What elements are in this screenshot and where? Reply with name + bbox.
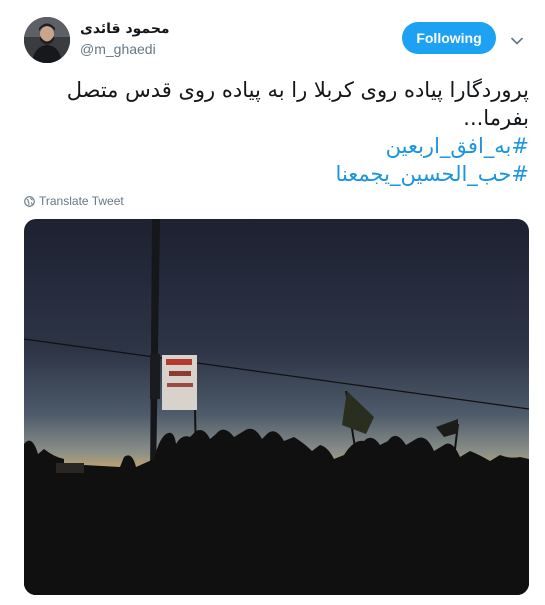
tweet-photo[interactable] — [24, 219, 529, 595]
globe-icon — [24, 195, 35, 207]
author-block: محمود قائدی @m_ghaedi — [80, 20, 170, 58]
hashtag-link[interactable]: #حب_الحسین_یجمعنا — [24, 160, 529, 188]
user-handle[interactable]: @m_ghaedi — [80, 40, 170, 58]
tweet-text-line: پروردگارا پیاده روی کربلا را به پیاده رو… — [66, 78, 529, 102]
tweet-text-line: بفرما... — [463, 106, 529, 130]
chevron-down-icon — [511, 37, 523, 45]
translate-tweet-link[interactable]: Translate Tweet — [24, 194, 124, 208]
user-avatar-icon — [24, 17, 70, 63]
hashtag-link[interactable]: #به_افق_اربعین — [24, 132, 529, 160]
tweet-card: محمود قائدی @m_ghaedi Following پروردگار… — [0, 0, 545, 605]
following-button[interactable]: Following — [402, 22, 496, 54]
display-name[interactable]: محمود قائدی — [80, 20, 170, 38]
photo-dusk-pilgrims — [24, 219, 529, 595]
avatar[interactable] — [24, 17, 70, 63]
more-options-button[interactable] — [509, 34, 525, 48]
translate-label: Translate Tweet — [39, 194, 124, 208]
tweet-text: پروردگارا پیاده روی کربلا را به پیاده رو… — [24, 76, 529, 188]
